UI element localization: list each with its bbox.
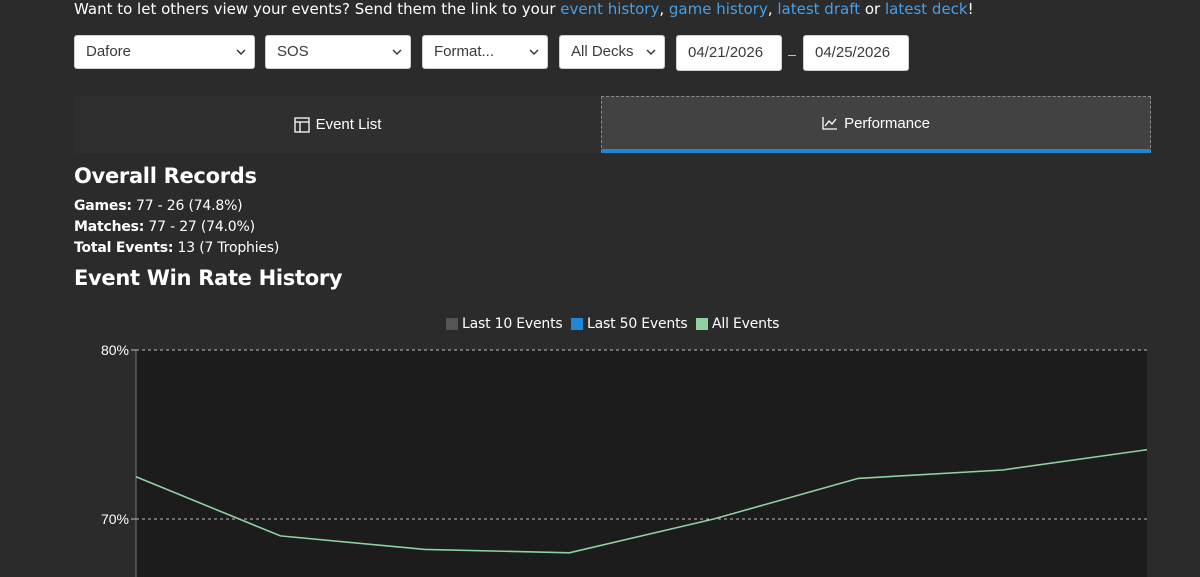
- win-rate-chart: 80% 70%: [101, 342, 1148, 577]
- y-tick-label: 70%: [101, 511, 129, 527]
- plot-area: [136, 350, 1147, 577]
- page: Want to let others view your events? Sen…: [0, 0, 1200, 577]
- tick-layer: 80% 70%: [101, 342, 136, 527]
- y-tick-label: 80%: [101, 342, 129, 358]
